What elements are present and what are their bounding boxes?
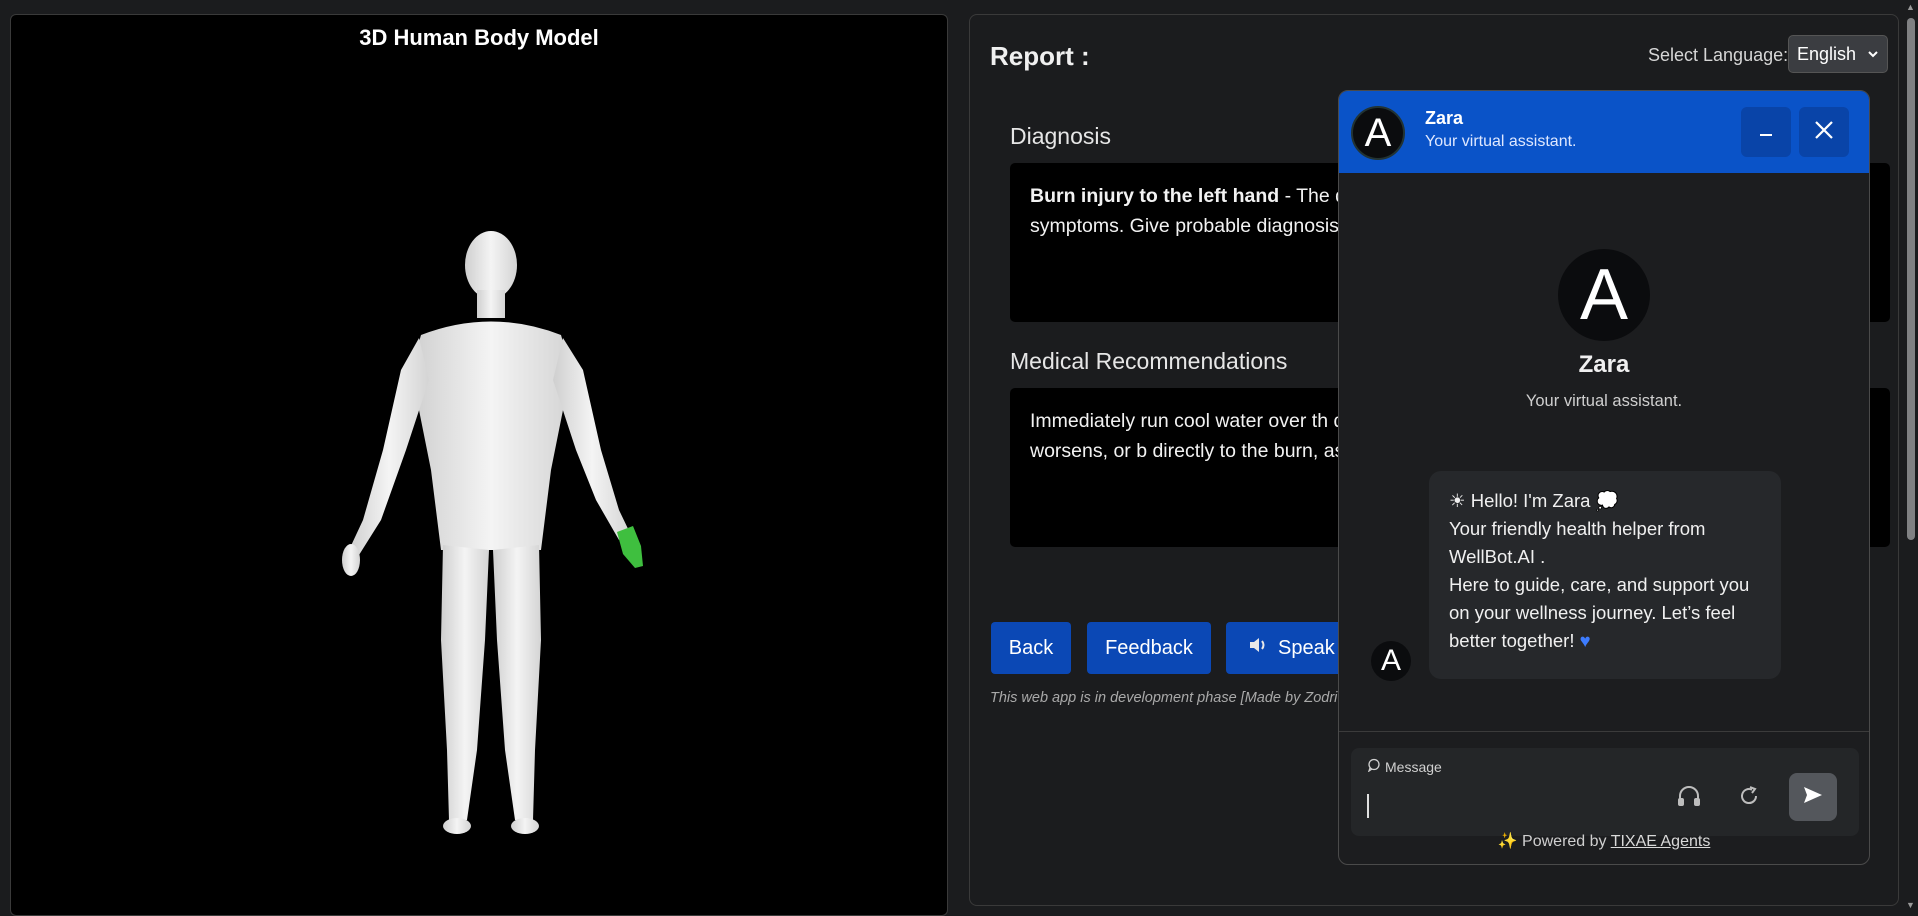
tixae-agents-link[interactable]: TIXAE Agents [1611,833,1711,850]
scrollbar-thumb[interactable] [1907,18,1915,540]
blue-heart-icon: ♥ [1579,630,1591,651]
diagnosis-bold: Burn injury to the left hand [1030,185,1280,207]
message-placeholder: Message [1385,758,1442,775]
assistant-message-bubble: ☀ Hello! I'm Zara 💭 Your friendly health… [1429,471,1781,679]
chat-divider [1339,731,1869,732]
chevron-down-icon [1867,44,1879,65]
recommendations-title: Medical Recommendations [1010,348,1288,374]
speak-label: Speak [1278,636,1335,659]
avatar-letter: A [1364,110,1392,155]
chat-header: A Zara Your virtual assistant. [1339,91,1869,173]
send-button[interactable] [1789,773,1837,821]
speaker-icon [1248,636,1268,660]
highlighted-left-hand[interactable] [617,526,643,568]
message-line: Here to guide, care, and support you on … [1449,574,1750,651]
speech-bubble-icon: 💭 [1595,490,1619,511]
message-input[interactable]: Message [1351,748,1859,836]
diagnosis-title: Diagnosis [1010,123,1111,149]
sun-icon: ☀ [1449,490,1466,511]
assistant-subtitle: Your virtual assistant. [1425,133,1577,150]
headphones-icon [1676,784,1702,813]
sparkles-icon: ✨ [1497,833,1518,850]
body-model-viewer[interactable]: 3D Human Body Model [10,14,948,916]
chat-bubble-icon [1367,758,1381,775]
feedback-button[interactable]: Feedback [1087,622,1211,674]
assistant-large-name: Zara [1578,351,1630,378]
assistant-large-subtitle: Your virtual assistant. [1525,392,1683,410]
message-line: Your friendly health helper from WellBot… [1449,518,1706,567]
back-button[interactable]: Back [991,622,1071,674]
message-avatar: A [1371,641,1411,681]
language-select[interactable]: English [1788,35,1888,73]
scroll-down-icon[interactable]: ▼ [1906,900,1915,910]
powered-prefix: Powered by [1522,833,1607,850]
assistant-name: Zara [1425,108,1464,128]
speak-button[interactable]: Speak [1226,622,1346,674]
large-avatar-letter: A [1579,255,1629,335]
message-label: Message [1367,758,1442,775]
refresh-icon [1738,785,1760,812]
headphones-button[interactable] [1669,778,1709,818]
language-label: Select Language: [1648,45,1789,65]
feedback-label: Feedback [1105,636,1193,659]
assistant-large-avatar: A [1558,249,1650,341]
chat-widget: A Zara Your virtual assistant. A Zara Yo… [1338,90,1870,865]
back-label: Back [1008,636,1054,659]
assistant-avatar: A [1351,106,1405,160]
send-icon [1802,785,1824,810]
close-icon [1813,119,1835,146]
greeting-text: Hello! I'm Zara [1470,490,1591,511]
viewer-title: 3D Human Body Model [359,25,599,50]
language-value: English [1797,43,1857,64]
scroll-up-icon[interactable]: ▲ [1906,2,1915,12]
minimize-button[interactable] [1741,107,1791,157]
text-caret [1367,794,1369,818]
report-title: Report : [990,41,1090,71]
message-avatar-letter: A [1380,644,1401,677]
minimize-icon [1757,121,1775,144]
development-note: This web app is in development phase [Ma… [990,690,1338,706]
human-body-model[interactable] [301,220,681,840]
refresh-button[interactable] [1729,778,1769,818]
close-button[interactable] [1799,107,1849,157]
powered-by: ✨ Powered by TIXAE Agents [1339,831,1869,851]
